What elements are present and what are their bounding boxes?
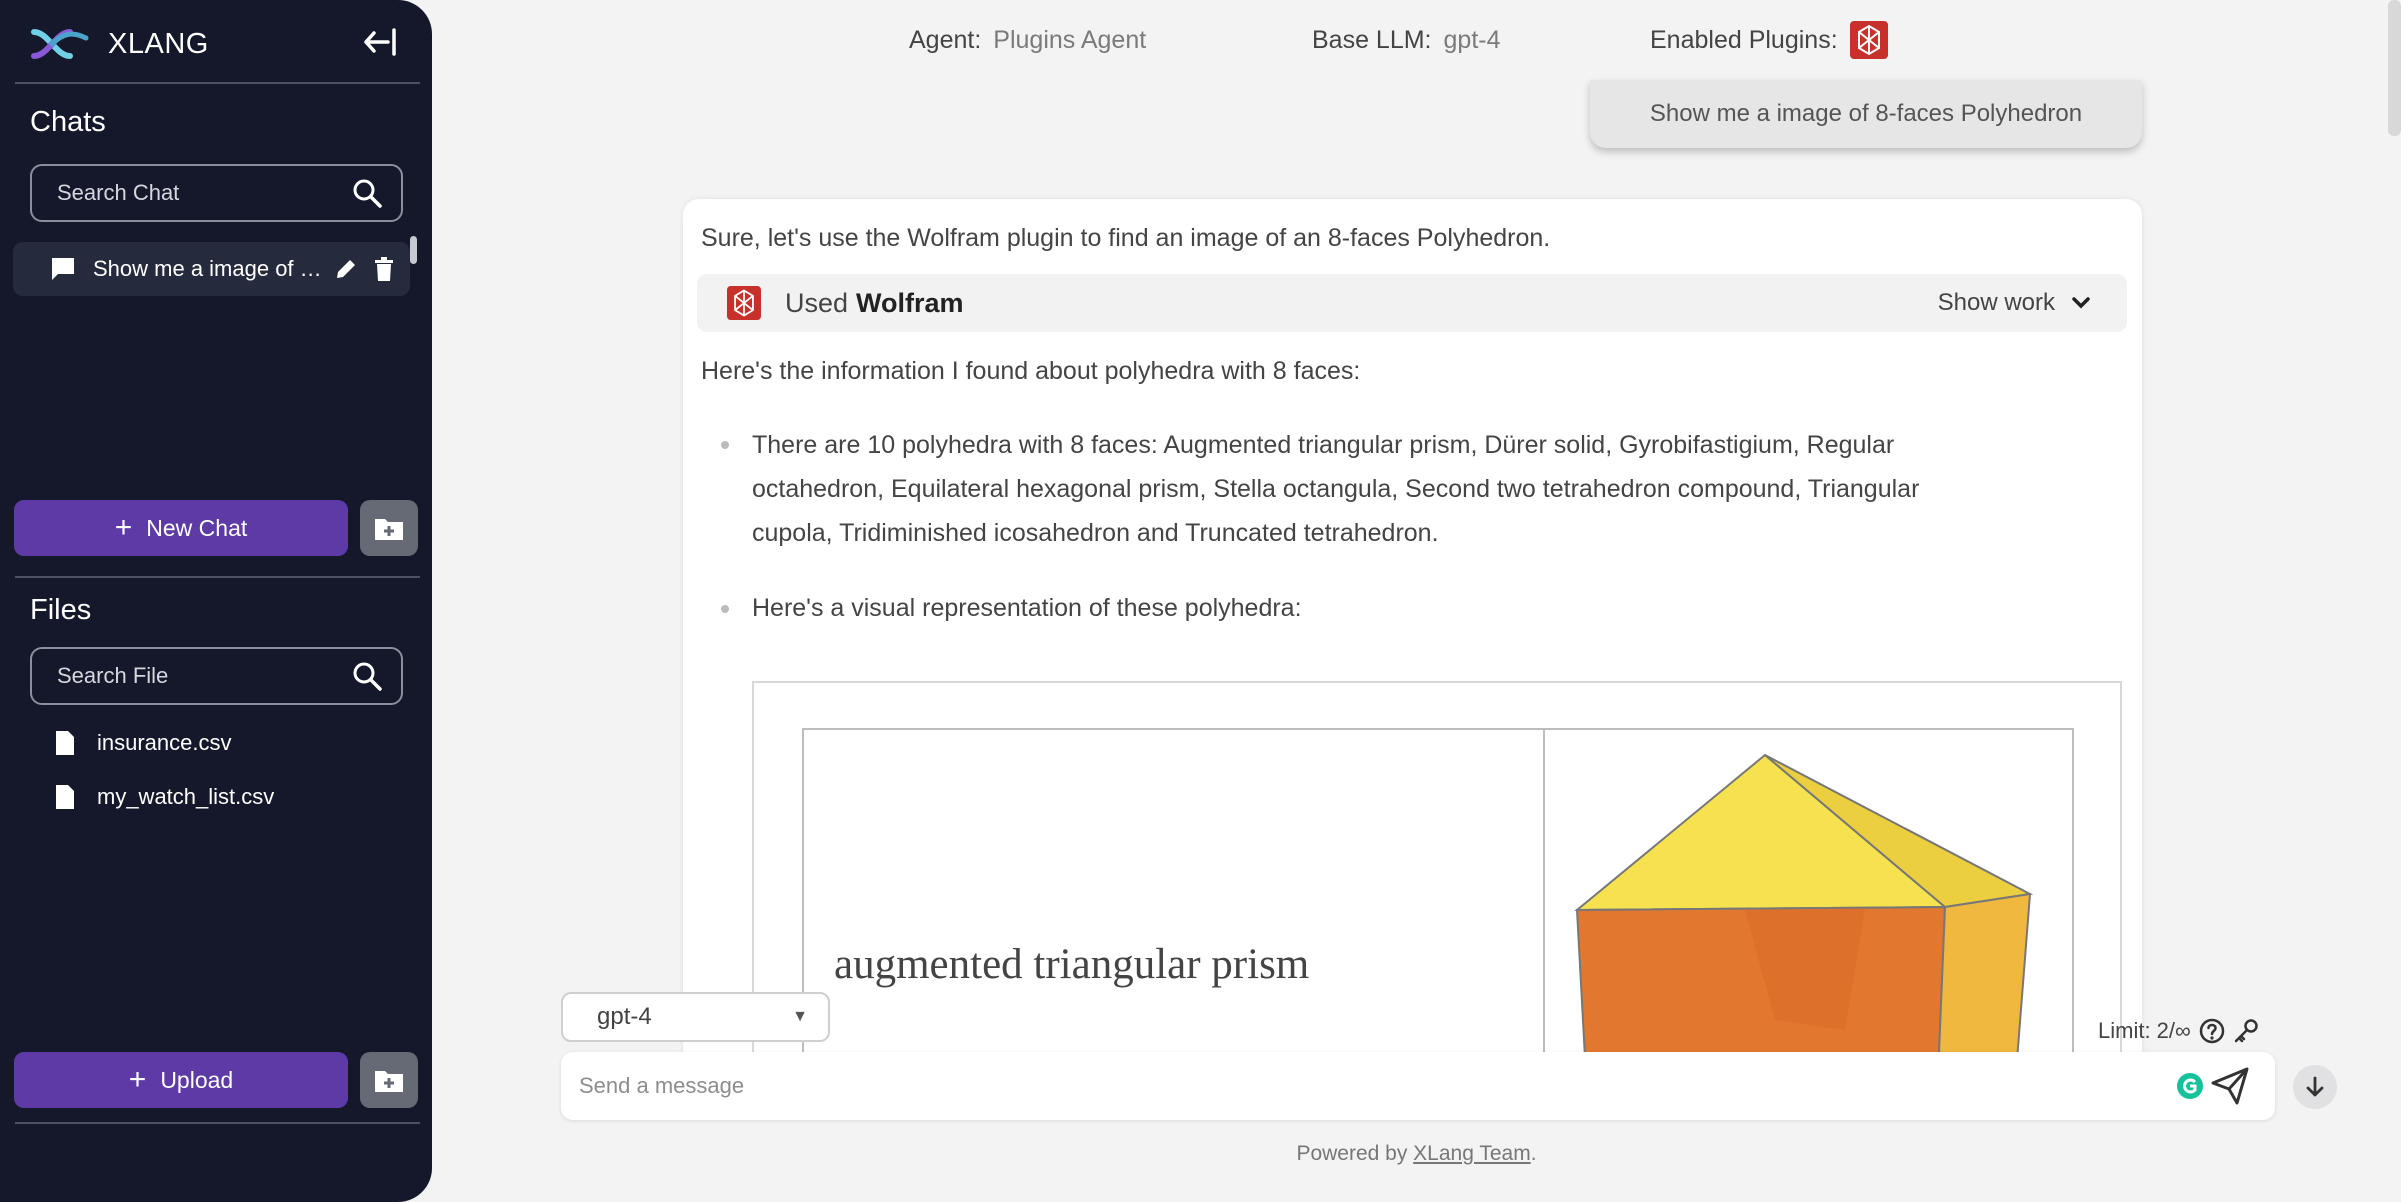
file-name: insurance.csv: [97, 730, 232, 755]
polyhedron-label: augmented triangular prism: [834, 941, 1310, 988]
folder-add-icon: [375, 1071, 403, 1092]
show-work-label: Show work: [1937, 289, 2055, 316]
upload-button[interactable]: + Upload: [14, 1052, 348, 1108]
footer: Powered by XLang Team.: [0, 1142, 2401, 1166]
file-icon: [56, 785, 74, 809]
plugins-key: Enabled Plugins:: [1650, 25, 1838, 54]
plus-icon: +: [114, 511, 133, 544]
help-icon[interactable]: [2199, 1018, 2225, 1044]
divider: [15, 1122, 420, 1124]
new-chat-label: New Chat: [146, 514, 248, 541]
chat-bubble-icon: [52, 258, 74, 280]
scroll-to-bottom-button[interactable]: [2293, 1065, 2337, 1109]
send-icon[interactable]: [2209, 1065, 2251, 1107]
bullet-1-line-2: octahedron, Equilateral hexagonal prism,…: [752, 475, 1920, 503]
new-chat-button[interactable]: + New Chat: [14, 500, 348, 556]
search-icon[interactable]: [351, 660, 383, 692]
model-select[interactable]: gpt-4 ▼: [561, 992, 830, 1042]
plugin-usage-row: Used Wolfram Show work: [697, 274, 2127, 332]
assistant-intro: Sure, let's use the Wolfram plugin to fi…: [701, 224, 1551, 252]
bullet-dot: [721, 605, 729, 613]
files-title: Files: [30, 594, 92, 626]
chat-list-scrollbar[interactable]: [410, 236, 417, 264]
plugin-used-text: Used Wolfram: [785, 288, 964, 319]
brand-name: XLANG: [108, 27, 209, 60]
bullet-1-line-1: There are 10 polyhedra with 8 faces: Aug…: [752, 431, 1895, 459]
footer-prefix: Powered by: [1296, 1142, 1414, 1165]
plugin-used-name: Wolfram: [856, 287, 964, 318]
search-file-box: [30, 647, 403, 705]
divider: [15, 576, 420, 578]
sidebar: XLANG Chats Show me a image of 8-faces P…: [0, 0, 432, 1202]
main-scrollbar[interactable]: [2388, 0, 2401, 136]
assistant-message: Sure, let's use the Wolfram plugin to fi…: [683, 199, 2142, 1069]
file-name: my_watch_list.csv: [97, 784, 275, 809]
trash-icon: [375, 257, 393, 281]
divider: [15, 82, 420, 84]
limit-text: Limit: 2/∞: [2098, 1018, 2191, 1043]
upload-folder-button[interactable]: [360, 1052, 418, 1108]
agent-key: Agent:: [909, 25, 982, 54]
llm-key: Base LLM:: [1312, 25, 1432, 54]
file-item-watch-list[interactable]: my_watch_list.csv: [55, 780, 274, 814]
chat-item-label: Show me a image of 8-faces Polyhedron: [93, 256, 323, 281]
wolfram-icon: [727, 286, 761, 320]
bullet-1-line-3: cupola, Tridiminished icosahedron and Tr…: [752, 519, 1439, 547]
xlang-logo-icon: [31, 29, 89, 59]
chat-list-item[interactable]: Show me a image of 8-faces Polyhedron: [13, 242, 410, 296]
polyhedron-graphic: [1574, 753, 2034, 1069]
search-chat-box: [30, 164, 403, 222]
footer-suffix: .: [1530, 1142, 1537, 1165]
collapse-left-icon: [364, 28, 396, 56]
plugin-used-prefix: Used: [785, 287, 849, 318]
delete-chat-button[interactable]: [369, 254, 399, 284]
wolfram-plugin-icon[interactable]: [1849, 21, 1888, 59]
plus-icon: +: [128, 1063, 147, 1096]
search-icon[interactable]: [351, 177, 383, 209]
image-inner-frame: augmented triangular prism: [802, 728, 2074, 1069]
file-item-insurance[interactable]: insurance.csv: [55, 726, 232, 760]
grammarly-icon[interactable]: [2175, 1071, 2205, 1101]
xlang-team-link[interactable]: XLang Team: [1413, 1142, 1531, 1165]
collapse-sidebar-button[interactable]: [360, 26, 400, 62]
chats-title: Chats: [30, 106, 106, 138]
edit-chat-button[interactable]: [331, 254, 361, 284]
arrow-down-icon: [2306, 1076, 2324, 1097]
llm-value: gpt-4: [1443, 25, 1501, 54]
file-icon: [56, 731, 74, 755]
new-folder-button[interactable]: [360, 500, 418, 556]
llm-info: Base LLM: gpt-4: [1312, 20, 1501, 60]
info-line: Here's the information I found about pol…: [701, 357, 1361, 385]
brand[interactable]: XLANG: [30, 22, 209, 66]
wolfram-result-image: augmented triangular prism: [752, 681, 2122, 1069]
user-message: Show me a image of 8-faces Polyhedron: [1590, 80, 2142, 148]
search-chat-input[interactable]: [57, 180, 351, 206]
model-select-value: gpt-4: [597, 1003, 652, 1030]
agent-info: Agent: Plugins Agent: [909, 20, 1146, 60]
user-message-text: Show me a image of 8-faces Polyhedron: [1649, 100, 2083, 127]
show-work-toggle[interactable]: Show work: [1938, 274, 2091, 332]
caret-down-icon: ▼: [792, 1008, 808, 1025]
pencil-icon: [337, 260, 355, 278]
upload-label: Upload: [160, 1066, 234, 1093]
usage-limit: Limit: 2/∞: [2098, 1016, 2259, 1046]
message-composer: [561, 1052, 2275, 1120]
key-icon[interactable]: [2233, 1018, 2259, 1044]
chevron-down-icon: [2072, 297, 2090, 309]
bullet-2-line-1: Here's a visual representation of these …: [752, 594, 1302, 622]
agent-value: Plugins Agent: [993, 25, 1147, 54]
plugins-info: Enabled Plugins:: [1650, 20, 1888, 60]
bullet-dot: [721, 441, 729, 449]
search-file-input[interactable]: [57, 663, 351, 689]
folder-add-icon: [375, 519, 403, 540]
message-input[interactable]: [579, 1073, 2175, 1099]
